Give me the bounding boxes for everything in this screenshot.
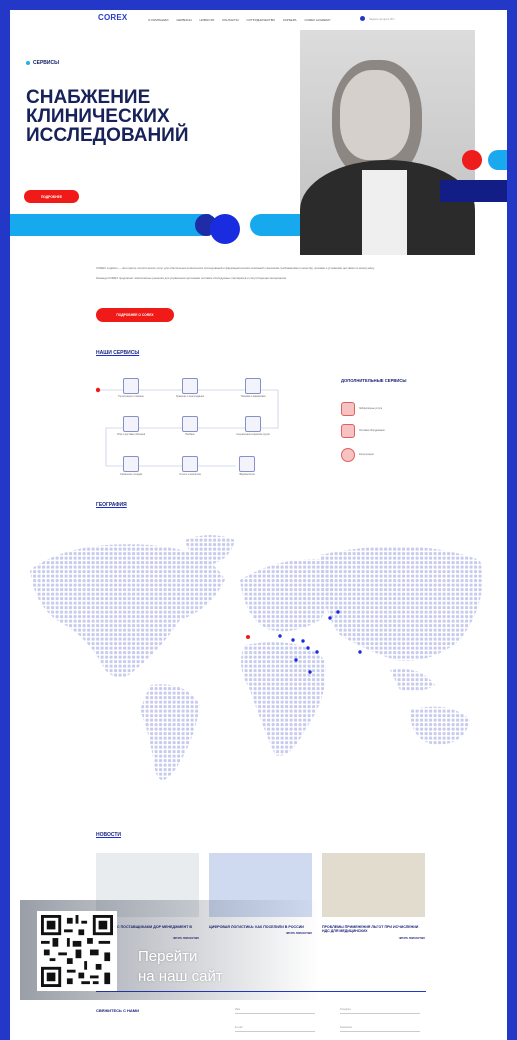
hand-icon [123, 416, 139, 432]
qr-code-icon [41, 915, 113, 987]
additional-services-title: ДОПОЛНИТЕЛЬНЫЕ СЕРВИСЫ [341, 378, 407, 383]
lab-icon [341, 402, 355, 416]
contact-title: СВЯЖИТЕСЬ С НАМИ [96, 1008, 140, 1013]
logo[interactable]: COREX [98, 13, 127, 22]
intro-paragraph-1: COREX Logistics — интегратор логистическ… [96, 266, 375, 270]
nav-item-services[interactable]: СЕРВИСЫ [176, 18, 191, 22]
service-item[interactable]: Упаковка и маркировка [236, 378, 270, 398]
nav-item-cooperation[interactable]: СОТРУДНИЧЕСТВО [247, 18, 275, 22]
vial-icon [182, 416, 198, 432]
service-label: Фармакология [239, 474, 255, 476]
services-title: НАШИ СЕРВИСЫ [96, 350, 140, 356]
additional-service-item[interactable]: Поставка оборудования [341, 424, 431, 438]
hero-band-decor [10, 214, 210, 236]
virus-icon [341, 448, 355, 462]
phone-field[interactable]: Телефон [340, 1008, 420, 1014]
top-nav: COREX О КОМПАНИИ СЕРВИСЫ НОВОСТИ КОНТАКТ… [10, 10, 507, 30]
about-corex-button[interactable]: ПОДРОБНЕЕ О COREX [96, 308, 174, 322]
additional-service-label: Поставка оборудования [359, 430, 385, 432]
qr-code[interactable] [37, 911, 117, 991]
hero-section: СЕРВИСЫ СНАБЖЕНИЕ КЛИНИЧЕСКИХ ИССЛЕДОВАН… [10, 30, 507, 255]
nav-item-news[interactable]: НОВОСТИ [200, 18, 215, 22]
service-item[interactable]: Специальная перевозка грузов [236, 416, 270, 436]
world-map [30, 535, 483, 780]
additional-service-item[interactable]: Консультации [341, 448, 431, 462]
nav-item-academy[interactable]: COREX ACADEMY [305, 18, 331, 22]
service-item[interactable]: Отчеты и аналитика [173, 456, 207, 476]
nav-item-about[interactable]: О КОМПАНИИ [148, 18, 168, 22]
service-label: Регистрация и таможня [118, 396, 144, 398]
service-item[interactable]: Сбор и доставка образцов [114, 416, 148, 436]
equipment-box-icon [341, 424, 355, 438]
news-read-more-link[interactable]: ЧИТАТЬ ПОЛНОСТЬЮ [322, 937, 425, 940]
news-card[interactable]: ПРОБЛЕМЫ ПРИМЕНЕНИЯ ЛЬГОТ ПРИ ИСЧИСЛЕНИИ… [322, 853, 425, 940]
hero-red-dot-decor [462, 150, 482, 170]
hero-tag: СЕРВИСЫ [26, 60, 59, 66]
hero-cyan-pill-decor [488, 150, 507, 170]
service-label: Сбор и доставка образцов [116, 434, 146, 436]
service-item[interactable]: Управление складом [114, 456, 148, 476]
hero-photo [300, 30, 475, 255]
news-title: НОВОСТИ [96, 832, 122, 838]
go-to-site-cta[interactable]: Перейти на наш сайт [138, 947, 223, 987]
nav-right: Задать вопрос RU [360, 16, 394, 21]
service-label: Биобанк [185, 434, 195, 436]
geography-title: ГЕОГРАФИЯ [96, 502, 127, 508]
nav-item-contacts[interactable]: КОНТАКТЫ [222, 18, 238, 22]
service-label: Специальная перевозка грузов [236, 434, 270, 436]
cta-line-1: Перейти [138, 948, 198, 965]
truck-icon [245, 416, 261, 432]
question-icon[interactable] [360, 16, 365, 21]
additional-service-label: Лабораторные услуги [359, 408, 383, 410]
hero-title: СНАБЖЕНИЕ КЛИНИЧЕСКИХ ИССЛЕДОВАНИЙ [26, 87, 189, 146]
factory-icon [239, 456, 255, 472]
additional-service-label: Консультации [359, 454, 374, 456]
intro-paragraph-2: Команда COREX предлагает комплексные реш… [96, 276, 287, 281]
additional-service-item[interactable]: Лабораторные услуги [341, 402, 431, 416]
nav-right-text[interactable]: Задать вопрос RU [369, 17, 394, 21]
email-field[interactable]: E-mail [235, 1026, 315, 1032]
service-label: Упаковка и маркировка [240, 396, 266, 398]
cta-line-2: на наш сайт [138, 968, 223, 985]
service-item[interactable]: Биобанк [173, 416, 207, 436]
page-frame: COREX О КОМПАНИИ СЕРВИСЫ НОВОСТИ КОНТАКТ… [10, 10, 507, 1040]
nav-item-career[interactable]: КАРЬЕРА [283, 18, 297, 22]
document-icon [123, 378, 139, 394]
hero-more-button[interactable]: ПОДРОБНЕЕ [24, 190, 79, 203]
nav-menu: О КОМПАНИИ СЕРВИСЫ НОВОСТИ КОНТАКТЫ СОТР… [148, 18, 331, 22]
box-icon [245, 378, 261, 394]
dot-icon [26, 61, 30, 65]
intro-text: COREX Logistics — интегратор логистическ… [96, 266, 426, 286]
hero-navy-decor [440, 180, 507, 202]
warehouse-icon [123, 456, 139, 472]
news-image[interactable] [322, 853, 425, 917]
service-label: Отчеты и аналитика [179, 474, 201, 476]
hero-tag-label: СЕРВИСЫ [33, 60, 59, 66]
company-field[interactable]: Компания [340, 1026, 420, 1032]
thermometer-icon [182, 378, 198, 394]
service-item[interactable]: Регистрация и таможня [114, 378, 148, 398]
service-item[interactable]: Хранение и консолидация [173, 378, 207, 398]
news-card-title[interactable]: ПРОБЛЕМЫ ПРИМЕНЕНИЯ ЛЬГОТ ПРИ ИСЧИСЛЕНИИ… [322, 925, 425, 934]
service-item[interactable]: Фармакология [230, 456, 264, 476]
service-label: Управление складом [119, 474, 143, 476]
service-label: Хранение и консолидация [175, 396, 205, 398]
name-field[interactable]: Имя [235, 1008, 315, 1014]
hero-blue-circle-decor [210, 214, 240, 244]
delivery-truck-icon [182, 456, 198, 472]
